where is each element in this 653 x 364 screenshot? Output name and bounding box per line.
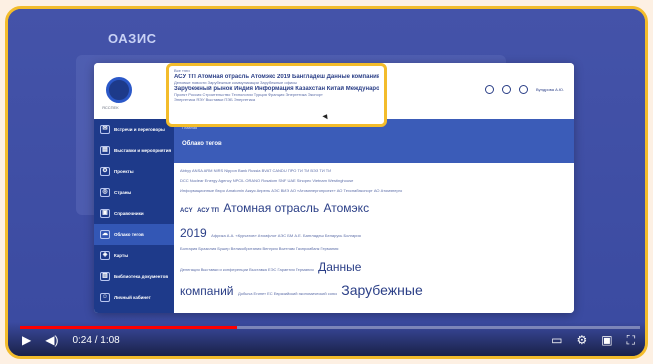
tag-line: Делегация Выставки и конференции Выставк…: [180, 257, 568, 276]
globe-icon[interactable]: [519, 85, 529, 94]
sidebar-item-meetings[interactable]: ✉ Встречи и переговоры: [94, 119, 174, 140]
time-display: 0:24 / 1:08: [72, 334, 120, 346]
miniplayer-icon[interactable]: ▣: [601, 334, 612, 346]
highlight-line: Зарубежный рынок Индия Информация Казахс…: [174, 85, 379, 92]
brand-title: ОАЗИС: [108, 31, 157, 46]
tag-line: компаний Добыча Египет ЕС Евразийский эк…: [180, 281, 568, 300]
map-icon: ◈: [100, 251, 110, 260]
sidebar-item-account[interactable]: ☺ Личный кабинет: [94, 287, 174, 308]
page-title: Облако тегов: [182, 141, 222, 147]
tag[interactable]: Делегация Выставки и конференции Выставк…: [180, 267, 314, 272]
volume-icon[interactable]: ◀): [45, 334, 58, 346]
sidebar-item-references[interactable]: ▣ Справочники: [94, 203, 174, 224]
tag[interactable]: Данные: [318, 260, 361, 274]
video-frame: ОАЗИС ЯССПЕК Вундрова А.Ю. ✉ Встречи и пе…: [5, 6, 648, 359]
sidebar-item-label: Встречи и переговоры: [114, 127, 165, 132]
sidebar-item-label: Библиотека документов: [114, 274, 169, 279]
tag[interactable]: Атомэкс: [324, 201, 370, 215]
highlight-line: АСУ ТП Атомная отрасль Атомэкс 2019 Банг…: [174, 73, 379, 80]
tag-cloud: Abbyy ANSA ARM NIRS Nippon Bank Russia B…: [174, 163, 574, 313]
rosatom-logo: [106, 77, 132, 103]
subtitles-icon[interactable]: ▭: [551, 334, 562, 346]
tag[interactable]: компаний: [180, 284, 234, 298]
sidebar-item-label: Страны: [114, 190, 132, 195]
sidebar-item-label: Справочники: [114, 211, 144, 216]
notification-icon[interactable]: [485, 85, 495, 94]
tag[interactable]: 2019: [180, 226, 207, 240]
sidebar-item-label: Карты: [114, 253, 129, 258]
sidebar-item-tag-cloud[interactable]: ☁ Облако тегов: [94, 224, 174, 245]
tag[interactable]: ACY: [180, 208, 193, 214]
zoom-highlight: Все тэги АСУ ТП Атомная отрасль Атомэкс …: [166, 63, 387, 127]
search-icon[interactable]: [502, 85, 512, 94]
sidebar-item-label: Облако тегов: [114, 232, 144, 237]
book-icon: ▣: [100, 209, 110, 218]
progress-fill: [20, 326, 237, 329]
tag-line[interactable]: Болгария Бразилия Бушер Великобритания В…: [180, 247, 568, 252]
library-icon: ▥: [100, 272, 110, 281]
tag-line[interactable]: Информационные бюро Amatomin Аккуя Апрел…: [180, 189, 568, 194]
controls-right: ▭ ⚙ ▣ ⛶: [551, 334, 635, 346]
controls-left: ▶ ◀) 0:24 / 1:08: [22, 334, 120, 346]
tag-line[interactable]: DCC Nuclear Energy Agency NPCIL ORANO Ro…: [180, 179, 568, 184]
logo-caption: ЯССПЕК: [102, 105, 119, 110]
settings-icon[interactable]: ⚙: [576, 334, 587, 346]
user-icon: ☺: [100, 293, 110, 302]
sidebar-item-exhibitions[interactable]: ▤ Выставки и мероприятия: [94, 140, 174, 161]
play-icon[interactable]: ▶: [22, 334, 31, 346]
globe-icon: ◎: [100, 188, 110, 197]
sidebar-item-projects[interactable]: ⚙ Проекты: [94, 161, 174, 182]
mail-icon: ▤: [100, 146, 110, 155]
sidebar-item-label: Проекты: [114, 169, 134, 174]
sidebar-item-label: Выставки и мероприятия: [114, 148, 172, 153]
cloud-icon: ☁: [100, 230, 110, 239]
tag-line: 2019 Африка А.А. «Курчатов» Атомфлот АЭС…: [180, 223, 568, 242]
sidebar: ✉ Встречи и переговоры ▤ Выставки и меропр…: [94, 119, 174, 313]
progress-bar[interactable]: [20, 326, 640, 329]
topbar-icons: Вундрова А.Ю.: [485, 85, 564, 94]
tag[interactable]: АСУ ТП: [197, 208, 219, 214]
gear-icon: ⚙: [100, 167, 110, 176]
sidebar-item-maps[interactable]: ◈ Карты: [94, 245, 174, 266]
tag[interactable]: Зарубежные: [341, 282, 422, 298]
user-name[interactable]: Вундрова А.Ю.: [536, 87, 564, 92]
tag[interactable]: Африка А.А. «Курчатов» Атомфлот АЭС БМ А…: [211, 233, 361, 238]
highlight-line: Энергетика ЯЭУ Выставки ПЭБ Энергетика: [174, 97, 256, 102]
sidebar-item-countries[interactable]: ◎ Страны: [94, 182, 174, 203]
tag[interactable]: Добыча Египет ЕС Евразийский экономическ…: [238, 291, 337, 296]
player-controls: ▶ ◀) 0:24 / 1:08 ▭ ⚙ ▣ ⛶: [8, 322, 645, 356]
tag[interactable]: Атомная отрасль: [223, 201, 319, 215]
chat-icon: ✉: [100, 125, 110, 134]
sidebar-item-label: Личный кабинет: [114, 295, 151, 300]
tag-line: ACY АСУ ТП Атомная отрасль Атомэкс: [180, 198, 568, 217]
sidebar-item-library[interactable]: ▥ Библиотека документов: [94, 266, 174, 287]
fullscreen-icon[interactable]: ⛶: [627, 334, 635, 346]
tag-line[interactable]: Abbyy ANSA ARM NIRS Nippon Bank Russia B…: [180, 169, 568, 174]
video-player[interactable]: ОАЗИС ЯССПЕК Вундрова А.Ю. ✉ Встречи и пе…: [8, 9, 645, 356]
